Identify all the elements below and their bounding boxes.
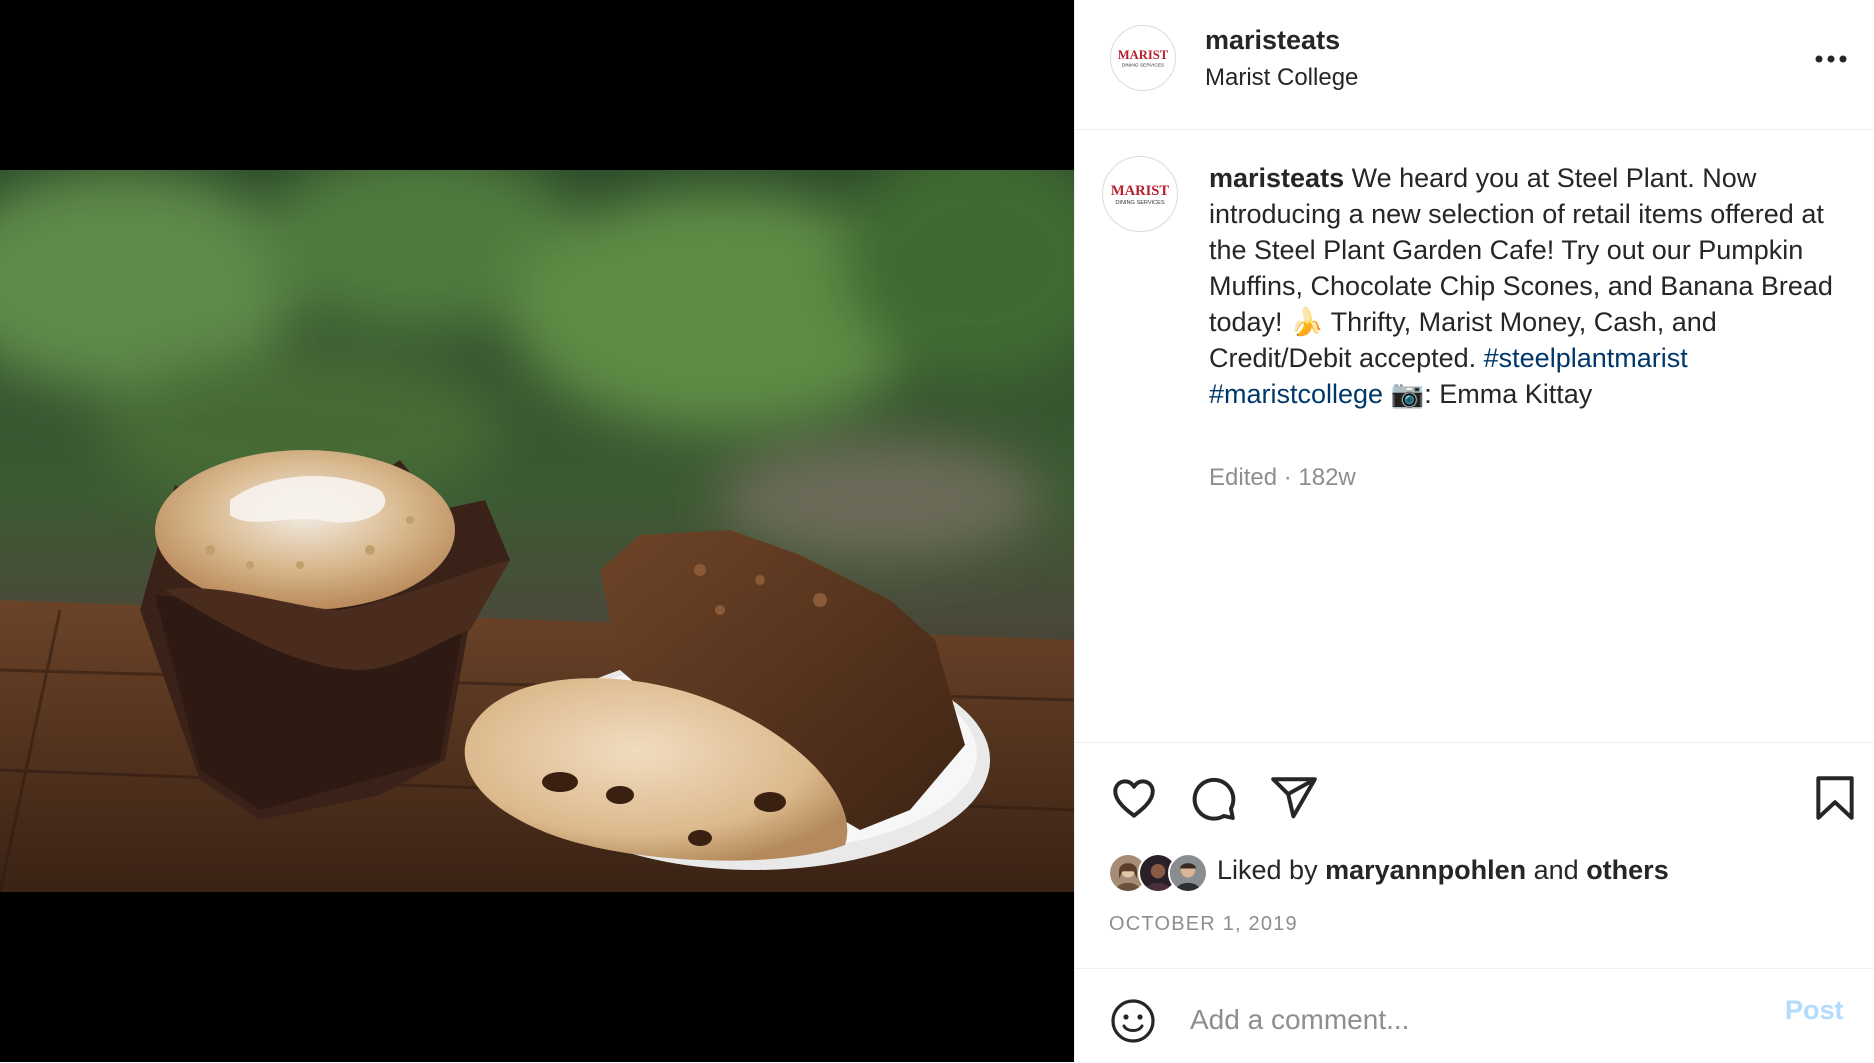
- post-media: [0, 0, 1074, 1062]
- likes-prefix: Liked by: [1217, 855, 1326, 885]
- likes-middle: and: [1526, 855, 1587, 885]
- paper-plane-icon[interactable]: [1269, 773, 1319, 823]
- bookmark-icon[interactable]: [1810, 773, 1860, 823]
- liker-avatars[interactable]: [1108, 853, 1218, 893]
- account-avatar[interactable]: MARIST DINING SERVICES: [1110, 25, 1176, 91]
- post-date[interactable]: OCTOBER 1, 2019: [1109, 913, 1298, 936]
- likes-others-link[interactable]: others: [1586, 855, 1669, 885]
- post-photo: [0, 170, 1074, 892]
- heart-icon[interactable]: [1109, 773, 1159, 823]
- svg-text:MARIST: MARIST: [1111, 183, 1170, 199]
- svg-text:DINING SERVICES: DINING SERVICES: [1122, 63, 1165, 69]
- svg-text:DINING SERVICES: DINING SERVICES: [1115, 200, 1165, 206]
- instagram-post-view: MARIST DINING SERVICES maristeats Marist…: [0, 0, 1874, 1062]
- hashtag-link[interactable]: #maristcollege: [1209, 379, 1383, 409]
- camera-emoji: 📷: [1390, 379, 1425, 409]
- caption-username[interactable]: maristeats: [1209, 163, 1344, 193]
- comment-input[interactable]: [1188, 989, 1752, 1051]
- marist-dining-logo: MARIST DINING SERVICES: [1111, 183, 1170, 206]
- liker-avatar: [1168, 853, 1208, 893]
- post-header: MARIST DINING SERVICES maristeats Marist…: [1075, 0, 1874, 130]
- comment-bar: Post: [1075, 968, 1874, 1063]
- post-side-panel: MARIST DINING SERVICES maristeats Marist…: [1074, 0, 1874, 1062]
- more-options-icon[interactable]: [1811, 44, 1851, 74]
- post-comment-button[interactable]: Post: [1785, 995, 1844, 1026]
- comment-bubble-icon[interactable]: [1188, 773, 1238, 823]
- caption-body: We heard you at Steel Plant. Now introdu…: [1209, 163, 1833, 373]
- caption-avatar[interactable]: MARIST DINING SERVICES: [1102, 156, 1178, 232]
- caption-section: MARIST DINING SERVICES maristeats We hea…: [1075, 130, 1874, 742]
- header-username[interactable]: maristeats: [1205, 25, 1340, 56]
- photo-credit: : Emma Kittay: [1424, 379, 1593, 409]
- smiley-icon[interactable]: [1109, 997, 1157, 1045]
- actions-section: Liked by maryannpohlen and others OCTOBE…: [1075, 742, 1874, 969]
- hashtag-link[interactable]: #steelplantmarist: [1484, 343, 1688, 373]
- header-location[interactable]: Marist College: [1205, 64, 1358, 92]
- liker-username[interactable]: maryannpohlen: [1325, 855, 1526, 885]
- likes-summary: Liked by maryannpohlen and others: [1217, 855, 1669, 886]
- marist-dining-logo: MARIST DINING SERVICES: [1118, 48, 1169, 69]
- svg-text:MARIST: MARIST: [1118, 48, 1169, 62]
- caption-meta: Edited · 182w: [1209, 464, 1356, 491]
- caption-text: maristeats We heard you at Steel Plant. …: [1209, 160, 1849, 412]
